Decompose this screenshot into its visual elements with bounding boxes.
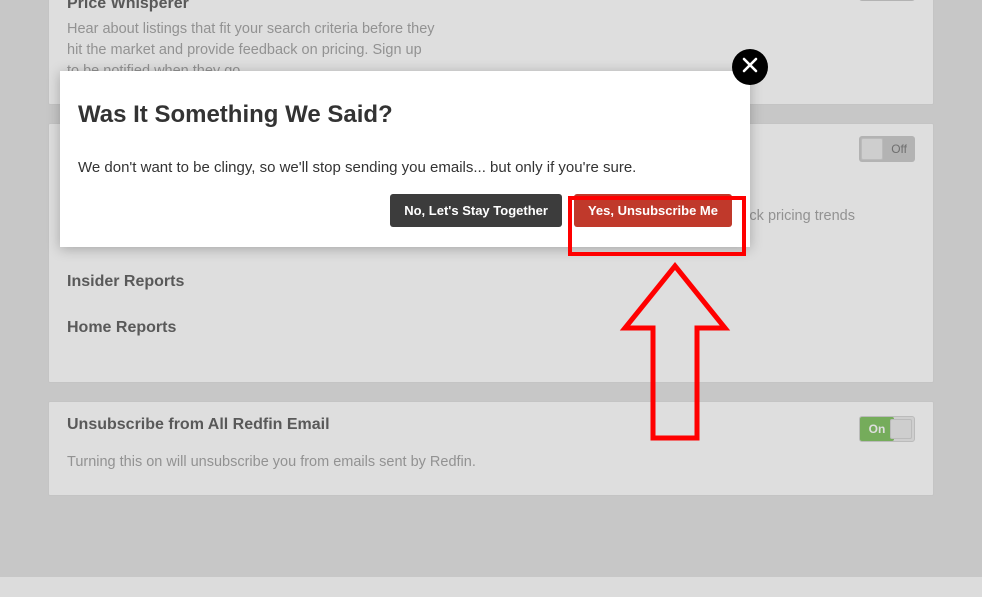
modal-yes-button[interactable]: Yes, Unsubscribe Me: [574, 194, 732, 227]
unsubscribe-confirm-modal: Was It Something We Said? We don't want …: [60, 71, 750, 247]
modal-title: Was It Something We Said?: [78, 101, 732, 129]
modal-body: We don't want to be clingy, so we'll sto…: [78, 159, 732, 176]
modal-actions: No, Let's Stay Together Yes, Unsubscribe…: [78, 194, 732, 227]
modal-no-button[interactable]: No, Let's Stay Together: [390, 194, 562, 227]
modal-close-button[interactable]: [732, 49, 768, 85]
close-icon: [741, 56, 759, 79]
